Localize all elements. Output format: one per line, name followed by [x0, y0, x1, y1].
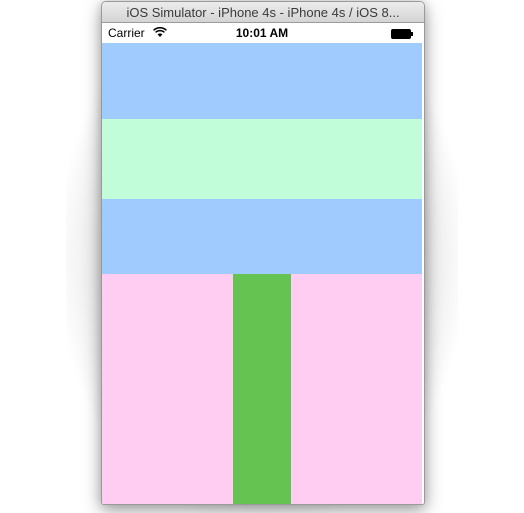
lower-blue-band: [102, 199, 422, 274]
middle-mint-band: [102, 119, 422, 199]
simulator-window: iOS Simulator - iPhone 4s - iPhone 4s / …: [101, 1, 425, 505]
device-screen[interactable]: Carrier 10:01 AM: [102, 23, 424, 504]
battery-icon: [391, 28, 413, 39]
top-blue-band: [102, 43, 422, 119]
window-title[interactable]: iOS Simulator - iPhone 4s - iPhone 4s / …: [102, 2, 424, 23]
status-time: 10:01 AM: [235, 26, 289, 40]
status-bar: Carrier 10:01 AM: [102, 23, 422, 43]
center-green-bar: [233, 274, 291, 504]
